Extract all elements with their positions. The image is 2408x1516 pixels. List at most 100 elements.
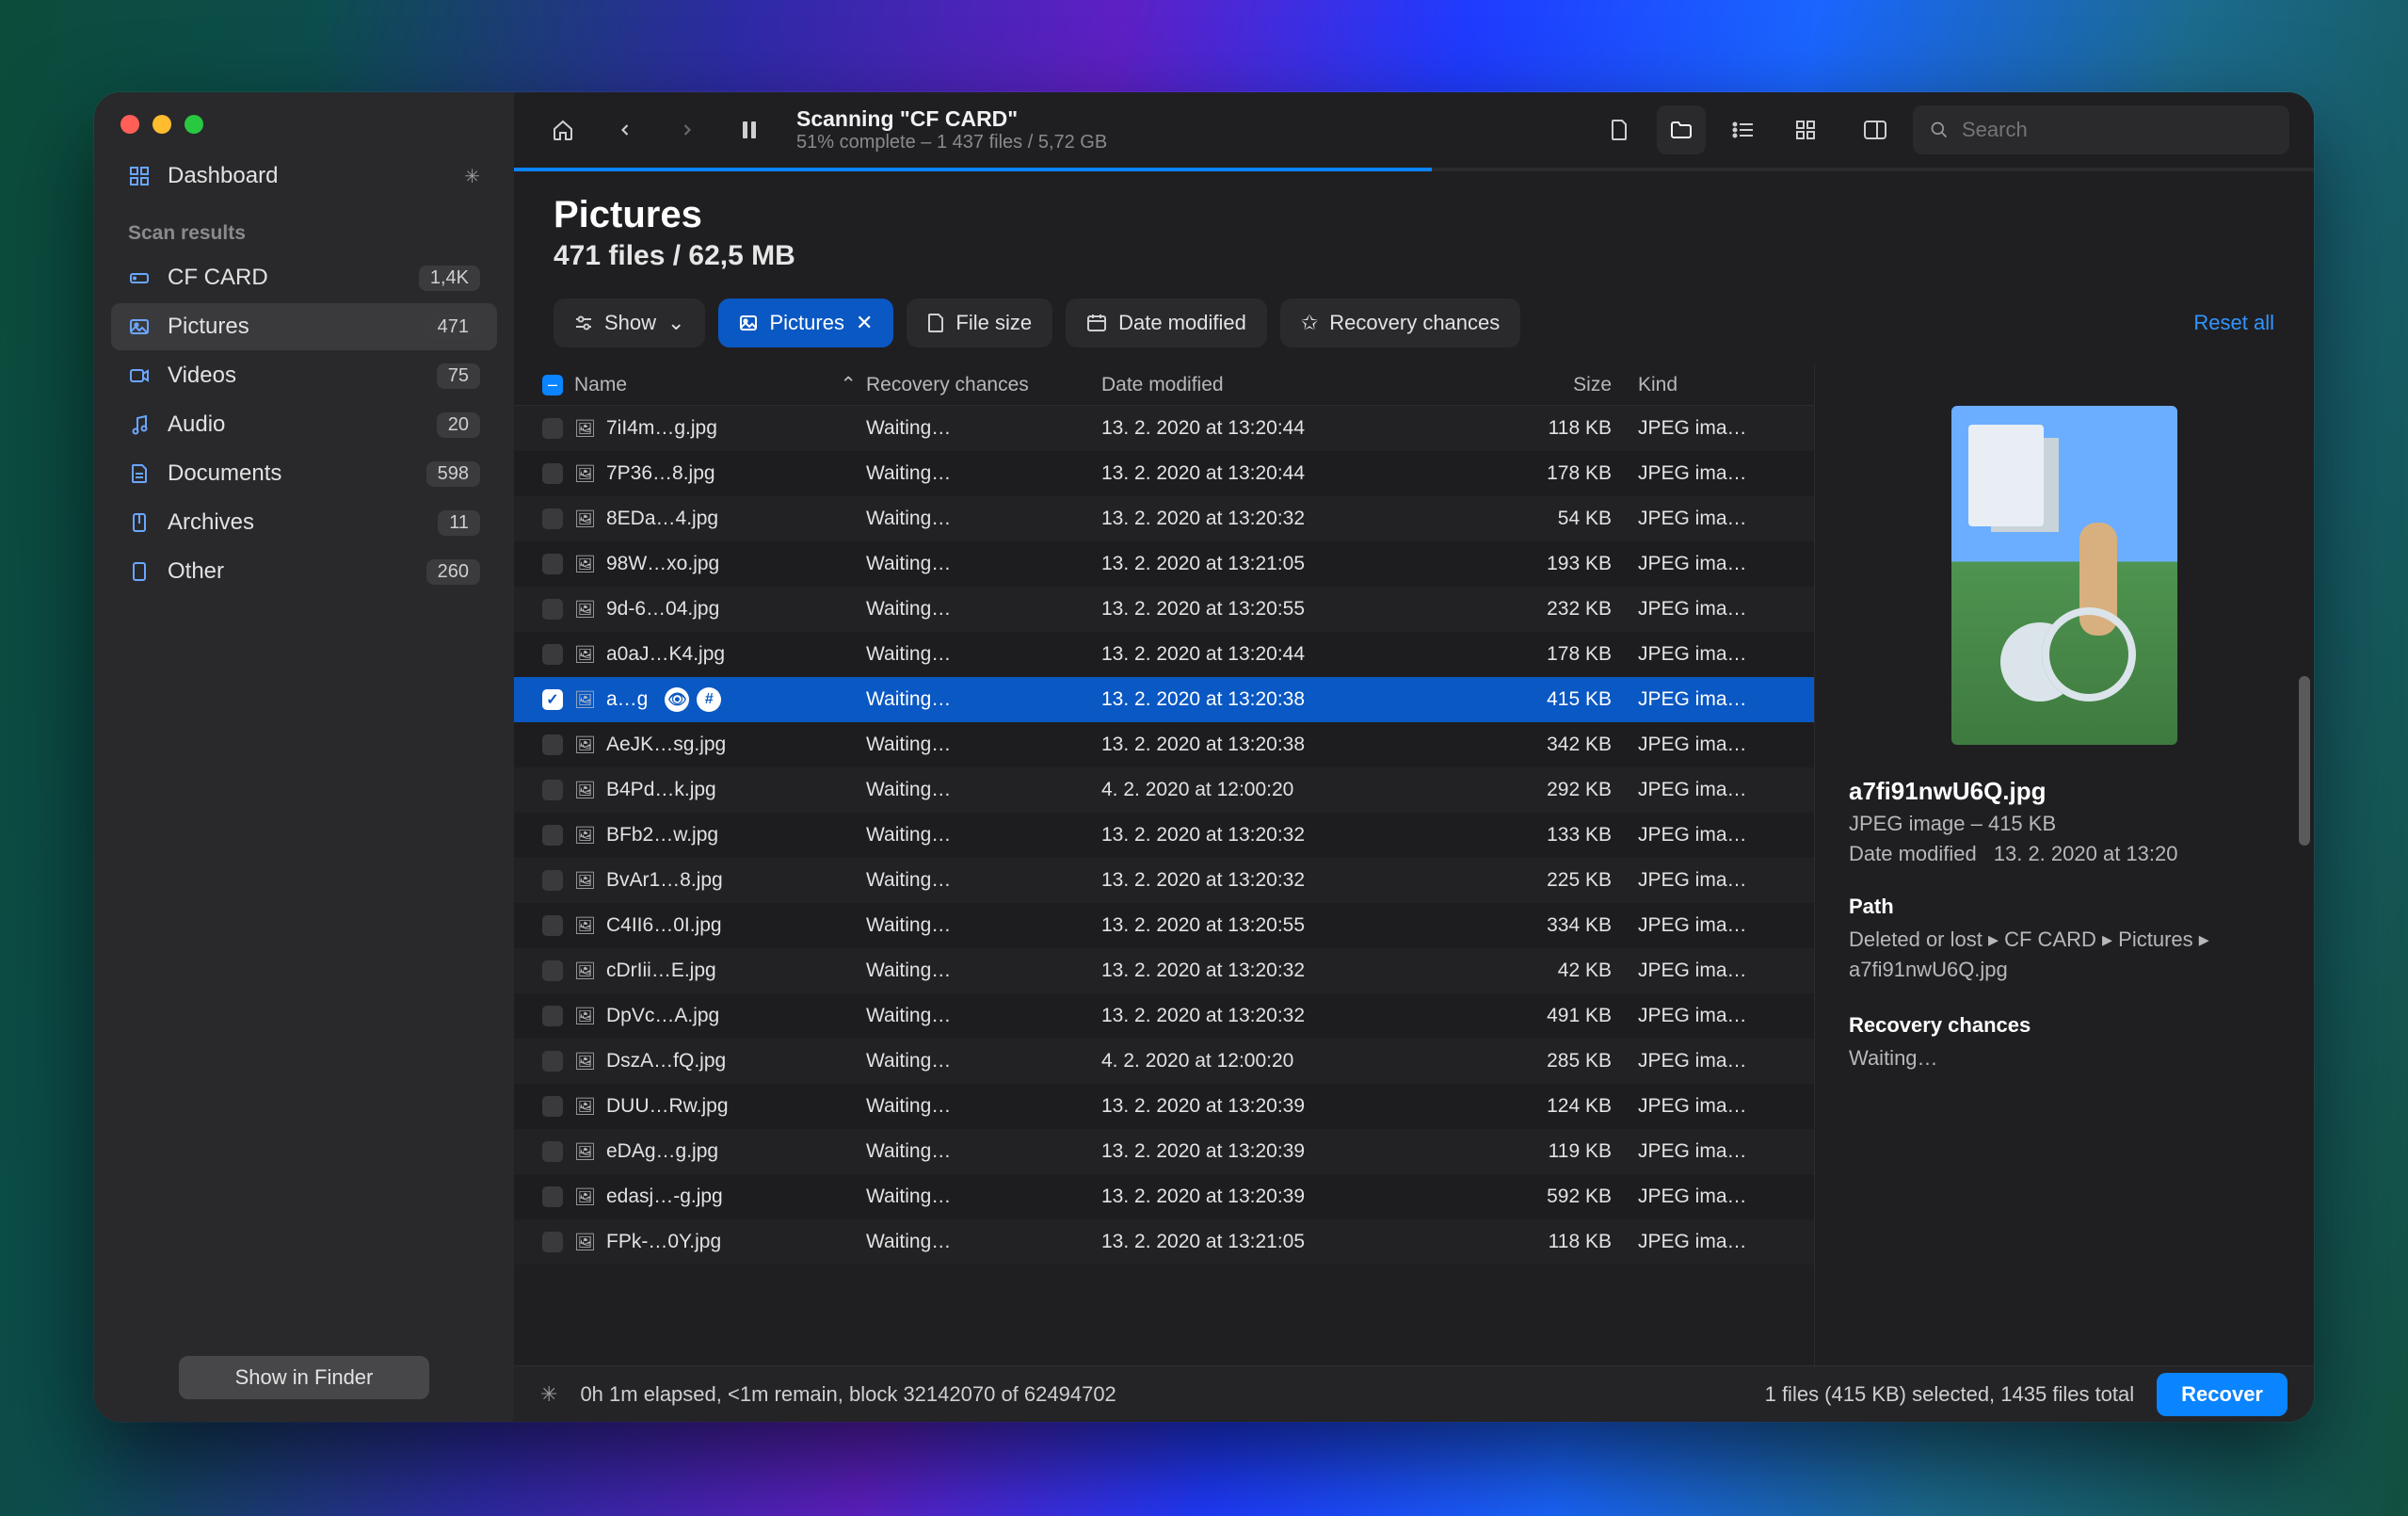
back-button[interactable] bbox=[601, 105, 650, 154]
file-recovery: Waiting… bbox=[866, 598, 1101, 621]
table-row[interactable]: 🖼BFb2…w.jpgWaiting…13. 2. 2020 at 13:20:… bbox=[514, 813, 1814, 858]
filter-file-size[interactable]: File size bbox=[907, 298, 1052, 347]
view-list-button[interactable] bbox=[1719, 105, 1768, 154]
select-all-checkbox[interactable]: – bbox=[542, 375, 563, 395]
spinner-icon: ✳︎ bbox=[464, 165, 480, 188]
file-recovery: Waiting… bbox=[866, 1050, 1101, 1072]
detail-recovery-label: Recovery chances bbox=[1849, 1013, 2280, 1038]
file-icon: 🖼 bbox=[574, 916, 595, 936]
sidebar-item-audio[interactable]: Audio20 bbox=[111, 401, 497, 448]
file-kind: JPEG ima… bbox=[1638, 960, 1803, 982]
file-date: 13. 2. 2020 at 13:20:32 bbox=[1101, 508, 1450, 530]
view-document-button[interactable] bbox=[1595, 105, 1644, 154]
table-row[interactable]: 🖼BvAr1…8.jpgWaiting…13. 2. 2020 at 13:20… bbox=[514, 858, 1814, 903]
filter-show[interactable]: Show ⌄ bbox=[554, 298, 705, 347]
file-date: 13. 2. 2020 at 13:21:05 bbox=[1101, 1231, 1450, 1253]
sidebar-item-videos[interactable]: Videos75 bbox=[111, 352, 497, 399]
table-row[interactable]: 🖼7P36…8.jpgWaiting…13. 2. 2020 at 13:20:… bbox=[514, 451, 1814, 496]
preview-icon[interactable]: 👁 bbox=[665, 687, 689, 712]
file-name: edasj…-g.jpg bbox=[606, 1185, 723, 1208]
table-row[interactable]: ✓🖼a…g👁#Waiting…13. 2. 2020 at 13:20:3841… bbox=[514, 677, 1814, 722]
row-checkbox[interactable] bbox=[542, 599, 563, 620]
filter-pictures[interactable]: Pictures ✕ bbox=[718, 298, 893, 347]
close-icon[interactable]: ✕ bbox=[856, 311, 873, 335]
page-header: Pictures 471 files / 62,5 MB bbox=[514, 171, 2314, 283]
row-checkbox[interactable] bbox=[542, 1186, 563, 1207]
file-date: 4. 2. 2020 at 12:00:20 bbox=[1101, 1050, 1450, 1072]
filter-show-label: Show bbox=[604, 311, 656, 335]
table-row[interactable]: 🖼DpVc…A.jpgWaiting…13. 2. 2020 at 13:20:… bbox=[514, 993, 1814, 1039]
row-checkbox[interactable] bbox=[542, 1096, 563, 1117]
table-row[interactable]: 🖼AeJK…sg.jpgWaiting…13. 2. 2020 at 13:20… bbox=[514, 722, 1814, 767]
scrollbar-thumb[interactable] bbox=[2299, 676, 2310, 846]
table-row[interactable]: 🖼DUU…Rw.jpgWaiting…13. 2. 2020 at 13:20:… bbox=[514, 1084, 1814, 1129]
row-checkbox[interactable] bbox=[542, 508, 563, 529]
row-checkbox[interactable] bbox=[542, 1232, 563, 1252]
recover-button[interactable]: Recover bbox=[2157, 1373, 2288, 1416]
row-checkbox[interactable] bbox=[542, 1006, 563, 1026]
row-checkbox[interactable] bbox=[542, 915, 563, 936]
sidebar-item-documents[interactable]: Documents598 bbox=[111, 450, 497, 497]
toggle-sidebar-button[interactable] bbox=[1851, 105, 1900, 154]
table-row[interactable]: 🖼7iI4m…g.jpgWaiting…13. 2. 2020 at 13:20… bbox=[514, 406, 1814, 451]
col-kind[interactable]: Kind bbox=[1638, 374, 1803, 396]
table-row[interactable]: 🖼98W…xo.jpgWaiting…13. 2. 2020 at 13:21:… bbox=[514, 541, 1814, 587]
row-checkbox[interactable] bbox=[542, 1141, 563, 1162]
fullscreen-icon[interactable] bbox=[185, 115, 203, 134]
home-button[interactable] bbox=[538, 105, 587, 154]
close-icon[interactable] bbox=[120, 115, 139, 134]
table-row[interactable]: 🖼a0aJ…K4.jpgWaiting…13. 2. 2020 at 13:20… bbox=[514, 632, 1814, 677]
pause-button[interactable] bbox=[725, 105, 774, 154]
row-checkbox[interactable] bbox=[542, 418, 563, 439]
sidebar-item-label: Pictures bbox=[168, 314, 409, 340]
archive-icon bbox=[128, 511, 151, 534]
file-icon: 🖼 bbox=[574, 464, 595, 484]
table-row[interactable]: 🖼DszA…fQ.jpgWaiting…4. 2. 2020 at 12:00:… bbox=[514, 1039, 1814, 1084]
table-row[interactable]: 🖼eDAg…g.jpgWaiting…13. 2. 2020 at 13:20:… bbox=[514, 1129, 1814, 1174]
sidebar-item-pictures[interactable]: Pictures471 bbox=[111, 303, 497, 350]
row-checkbox[interactable]: ✓ bbox=[542, 689, 563, 710]
forward-button[interactable] bbox=[663, 105, 712, 154]
col-name[interactable]: Name⌃ bbox=[574, 373, 866, 396]
table-row[interactable]: 🖼C4II6…0I.jpgWaiting…13. 2. 2020 at 13:2… bbox=[514, 903, 1814, 948]
file-size: 491 KB bbox=[1450, 1005, 1638, 1027]
row-checkbox[interactable] bbox=[542, 554, 563, 574]
search-field[interactable] bbox=[1913, 105, 2289, 154]
view-grid-button[interactable] bbox=[1781, 105, 1830, 154]
row-checkbox[interactable] bbox=[542, 825, 563, 846]
detail-path-value: Deleted or lost ▸ CF CARD ▸ Pictures ▸ a… bbox=[1849, 925, 2280, 985]
sidebar-item-cf-card[interactable]: CF CARD1,4K bbox=[111, 254, 497, 301]
filter-date-modified[interactable]: Date modified bbox=[1066, 298, 1267, 347]
row-checkbox[interactable] bbox=[542, 463, 563, 484]
sidebar-item-other[interactable]: Other260 bbox=[111, 548, 497, 595]
table-row[interactable]: 🖼9d-6…04.jpgWaiting…13. 2. 2020 at 13:20… bbox=[514, 587, 1814, 632]
reset-all-button[interactable]: Reset all bbox=[2193, 311, 2274, 335]
sidebar-item-archives[interactable]: Archives11 bbox=[111, 499, 497, 546]
table-row[interactable]: 🖼B4Pd…k.jpgWaiting…4. 2. 2020 at 12:00:2… bbox=[514, 767, 1814, 813]
row-checkbox[interactable] bbox=[542, 780, 563, 800]
row-checkbox[interactable] bbox=[542, 734, 563, 755]
row-checkbox[interactable] bbox=[542, 1051, 563, 1072]
file-name: 98W…xo.jpg bbox=[606, 553, 719, 575]
table-row[interactable]: 🖼FPk-…0Y.jpgWaiting…13. 2. 2020 at 13:21… bbox=[514, 1219, 1814, 1265]
file-recovery: Waiting… bbox=[866, 914, 1101, 937]
show-in-finder-button[interactable]: Show in Finder bbox=[179, 1356, 430, 1399]
row-checkbox[interactable] bbox=[542, 870, 563, 891]
view-folder-button[interactable] bbox=[1657, 105, 1706, 154]
filter-recovery-chances[interactable]: ✩ Recovery chances bbox=[1280, 298, 1520, 347]
hex-icon[interactable]: # bbox=[697, 687, 721, 712]
sidebar-dashboard[interactable]: Dashboard ✳︎ bbox=[111, 153, 497, 200]
col-recovery[interactable]: Recovery chances bbox=[866, 374, 1101, 396]
file-name: DUU…Rw.jpg bbox=[606, 1095, 729, 1118]
table-row[interactable]: 🖼edasj…-g.jpgWaiting…13. 2. 2020 at 13:2… bbox=[514, 1174, 1814, 1219]
col-date[interactable]: Date modified bbox=[1101, 374, 1450, 396]
minimize-icon[interactable] bbox=[153, 115, 171, 134]
table-row[interactable]: 🖼8EDa…4.jpgWaiting…13. 2. 2020 at 13:20:… bbox=[514, 496, 1814, 541]
row-checkbox[interactable] bbox=[542, 960, 563, 981]
search-input[interactable] bbox=[1962, 118, 2272, 142]
col-size[interactable]: Size bbox=[1450, 374, 1638, 396]
table-row[interactable]: 🖼cDrIii…E.jpgWaiting…13. 2. 2020 at 13:2… bbox=[514, 948, 1814, 993]
sidebar-item-label: Other bbox=[168, 558, 409, 585]
row-checkbox[interactable] bbox=[542, 644, 563, 665]
file-kind: JPEG ima… bbox=[1638, 688, 1803, 711]
